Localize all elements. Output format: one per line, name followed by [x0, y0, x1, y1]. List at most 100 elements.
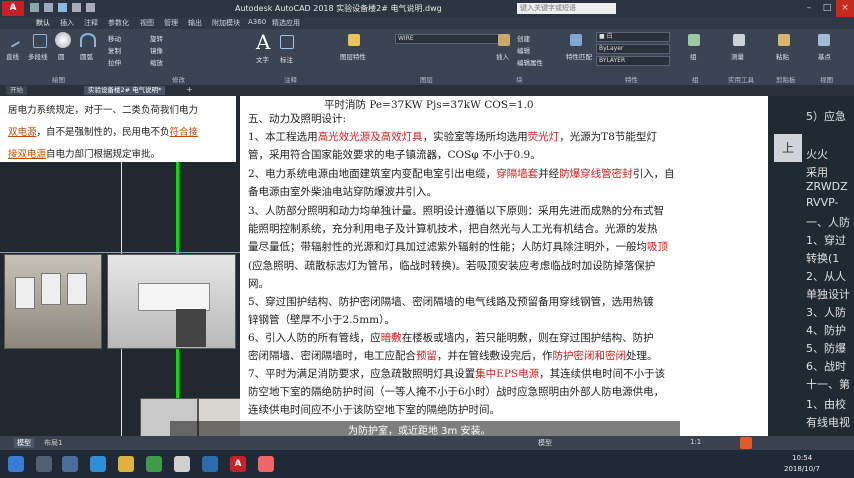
paragraph-3-line-4: (应急照明、疏散标志灯为管吊，临战时转换)。若吸顶安装应考虑临战时加设防掉落保护: [248, 260, 656, 272]
redo-icon[interactable]: [86, 3, 95, 12]
task-view-icon[interactable]: [62, 456, 78, 472]
insert-block-button[interactable]: 插入: [496, 51, 509, 61]
stretch-button[interactable]: 拉伸: [108, 57, 121, 67]
text-icon[interactable]: A: [256, 30, 270, 54]
dimension-icon[interactable]: [280, 35, 294, 49]
app-icon[interactable]: [258, 456, 274, 472]
new-tab-icon[interactable]: +: [186, 85, 193, 94]
group-button[interactable]: 组: [690, 51, 697, 61]
app-icon[interactable]: [146, 456, 162, 472]
quick-access-toolbar[interactable]: [30, 3, 220, 13]
app-icon[interactable]: [202, 456, 218, 472]
tab-manage[interactable]: 管理: [164, 18, 178, 28]
junction-box: [41, 273, 61, 305]
input-method-icon[interactable]: [740, 437, 752, 449]
scale-button[interactable]: 缩放: [150, 57, 163, 67]
app-icon[interactable]: [174, 456, 190, 472]
dimension-button[interactable]: 标注: [280, 54, 293, 64]
modify-panel-label[interactable]: 修改: [172, 74, 185, 84]
move-button[interactable]: 移动: [108, 33, 121, 43]
properties-panel-label[interactable]: 特性: [625, 74, 638, 84]
clock-time[interactable]: 10:54: [792, 454, 812, 462]
insert-block-icon[interactable]: [498, 34, 510, 46]
arc-icon[interactable]: [80, 33, 96, 47]
block-panel-label[interactable]: 块: [516, 74, 523, 84]
draw-circle-label[interactable]: 圆: [58, 51, 65, 61]
note-link-comply[interactable]: 符合接: [170, 127, 199, 138]
clipboard-panel-label[interactable]: 剪贴板: [776, 74, 796, 84]
open-icon[interactable]: [44, 3, 53, 12]
draw-panel-label[interactable]: 绘图: [52, 74, 65, 84]
annotation-panel-label[interactable]: 注释: [284, 74, 297, 84]
tab-insert[interactable]: 插入: [60, 18, 74, 28]
match-properties-icon[interactable]: [570, 34, 582, 46]
model-space-indicator[interactable]: 模型: [538, 438, 552, 448]
tab-layout1[interactable]: 布局1: [44, 438, 62, 448]
tab-start[interactable]: 开始: [6, 86, 27, 95]
copy-button[interactable]: 复制: [108, 45, 121, 55]
layer-properties-icon[interactable]: [348, 34, 360, 46]
tab-model[interactable]: 模型: [14, 438, 34, 448]
undo-icon[interactable]: [72, 3, 81, 12]
text-button[interactable]: 文字: [256, 54, 269, 64]
lineweight-select[interactable]: BYLAYER: [596, 56, 670, 66]
tab-output[interactable]: 输出: [188, 18, 202, 28]
linetype-select[interactable]: ByLayer: [596, 44, 670, 54]
autocad-logo[interactable]: A: [2, 1, 24, 16]
paragraph-6-line-2: 密闭隔墙、密闭隔墙时，电工应配合预留，并在管线敷设完后，作防护密闭和密闭处理。: [248, 350, 658, 362]
tab-annotate[interactable]: 注释: [84, 18, 98, 28]
file-explorer-icon[interactable]: [118, 456, 134, 472]
mirror-button[interactable]: 镜像: [150, 45, 163, 55]
tab-view[interactable]: 视图: [140, 18, 154, 28]
polyline-icon[interactable]: [33, 34, 47, 48]
close-icon[interactable]: ×: [836, 0, 854, 17]
measure-button[interactable]: 测量: [731, 51, 744, 61]
tab-addins[interactable]: 附加模块: [212, 18, 240, 28]
minimize-button[interactable]: –: [800, 0, 818, 17]
layers-panel-label[interactable]: 图层: [420, 74, 433, 84]
note-link-connect[interactable]: 接双电源: [8, 149, 46, 160]
maximize-button[interactable]: □: [818, 0, 836, 17]
edit-block-button[interactable]: 编辑: [517, 45, 530, 55]
search-icon[interactable]: [36, 456, 52, 472]
tab-current-drawing[interactable]: 实验设备楼2# 电气说明*: [84, 86, 166, 95]
edit-attributes-button[interactable]: 编辑属性: [517, 57, 543, 67]
view-panel-label[interactable]: 视图: [820, 74, 833, 84]
new-icon[interactable]: [30, 3, 39, 12]
paste-button[interactable]: 粘贴: [776, 51, 789, 61]
paste-icon[interactable]: [778, 34, 790, 46]
circle-icon[interactable]: [55, 32, 71, 48]
search-input[interactable]: 键入关键字或短语: [517, 3, 616, 14]
line-icon[interactable]: [5, 32, 21, 48]
match-properties-button[interactable]: 特性匹配: [566, 51, 592, 61]
clock-date[interactable]: 2018/10/7: [784, 465, 820, 473]
group-icon[interactable]: [688, 34, 700, 46]
measure-icon[interactable]: [733, 34, 745, 46]
draw-arc-label[interactable]: 圆弧: [80, 51, 93, 61]
utilities-panel-label[interactable]: 实用工具: [728, 74, 754, 84]
draw-line-label[interactable]: 直线: [6, 51, 19, 61]
tab-parametric[interactable]: 参数化: [108, 18, 129, 28]
viewcube-icon[interactable]: 上: [774, 134, 802, 162]
create-block-button[interactable]: 创建: [517, 33, 530, 43]
color-select[interactable]: ■ 白: [596, 32, 670, 42]
rotate-button[interactable]: 旋转: [150, 33, 163, 43]
note-link-dual-power[interactable]: 双电源: [8, 127, 37, 138]
base-view-button[interactable]: 基点: [818, 51, 831, 61]
layer-select[interactable]: WIRE: [395, 34, 499, 44]
start-icon[interactable]: [8, 456, 24, 472]
tab-a360[interactable]: A360: [248, 18, 266, 26]
browser-icon[interactable]: [90, 456, 106, 472]
save-icon[interactable]: [58, 3, 67, 12]
groups-panel-label[interactable]: 组: [692, 74, 699, 84]
tab-featured[interactable]: 精选应用: [272, 18, 300, 28]
tab-default[interactable]: 默认: [36, 18, 50, 28]
annotation-scale[interactable]: 1:1: [690, 438, 701, 446]
draw-polyline-label[interactable]: 多段线: [28, 51, 48, 61]
autocad-taskbar-icon[interactable]: A: [230, 456, 246, 472]
note-line-1: 居电力系统规定，对于一、二类负荷我们电力: [8, 105, 199, 116]
base-view-icon[interactable]: [818, 34, 830, 46]
paragraph-7-line-3: 连续供电时间应不小于该防空地下室的隔绝防护时间。: [248, 404, 500, 416]
status-bar: 模型 布局1 模型 1:1: [0, 436, 854, 450]
layer-properties-button[interactable]: 图层特性: [340, 51, 366, 61]
